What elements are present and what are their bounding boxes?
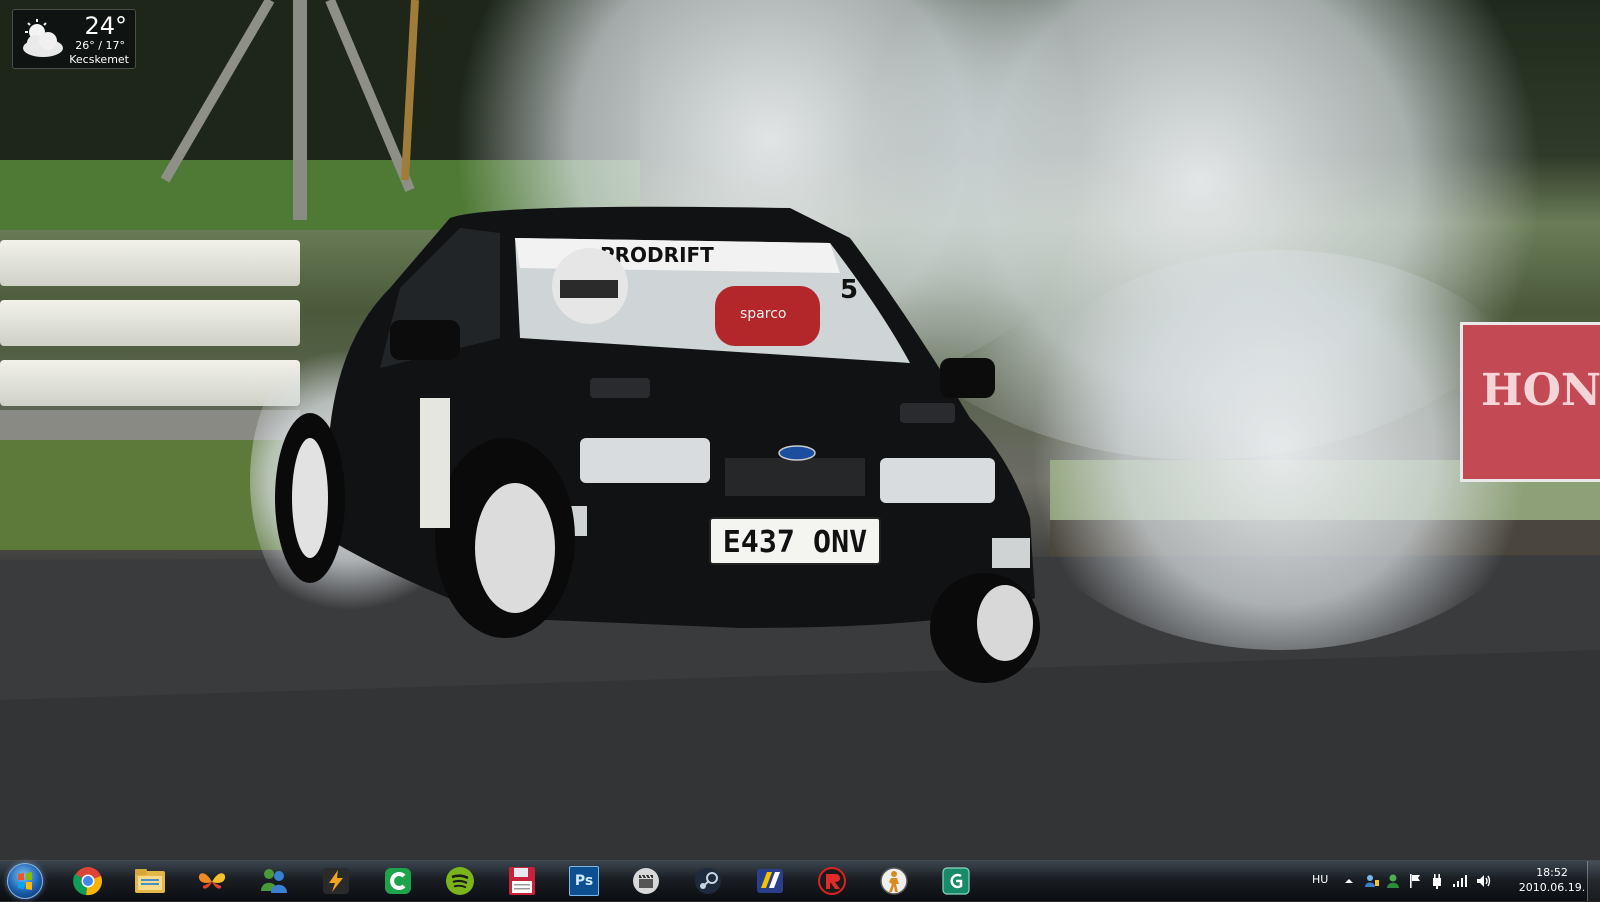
weather-temperature: 24° — [84, 12, 127, 40]
system-clock[interactable]: 18:52 2010.06.19. — [1510, 865, 1594, 895]
drift-car: PRODRIFT 5 sparco E437 ONV — [275, 206, 1040, 683]
file-explorer-icon[interactable] — [122, 863, 178, 899]
counter-strike-icon[interactable] — [866, 863, 922, 899]
signal-strength-icon[interactable] — [1452, 873, 1468, 892]
taskbar: Ps HU 18:52 2010.06.19. — [0, 860, 1600, 901]
network-user-icon[interactable] — [1364, 873, 1380, 893]
clock-time: 18:52 — [1536, 866, 1568, 879]
clapper-icon[interactable] — [618, 863, 674, 899]
photoshop-icon[interactable]: Ps — [556, 863, 612, 899]
clock-date: 2010.06.19. — [1518, 881, 1586, 894]
messenger-status-icon[interactable] — [1386, 873, 1400, 893]
seat-text: sparco — [740, 306, 786, 322]
weather-widget[interactable]: 24° 26° / 17° Kecskemet — [12, 9, 136, 69]
save-disk-icon[interactable] — [494, 863, 550, 899]
language-indicator[interactable]: HU — [1312, 873, 1328, 886]
photoshop-label: Ps — [569, 866, 599, 896]
spiral-app-icon[interactable] — [928, 863, 984, 899]
show-desktop-button[interactable] — [1587, 861, 1600, 901]
sponsor-sign: HON — [1460, 322, 1600, 482]
start-button[interactable] — [5, 863, 45, 899]
chrome-icon[interactable] — [60, 863, 116, 899]
power-plug-icon[interactable] — [1430, 873, 1444, 893]
messenger-butterfly-icon[interactable] — [184, 863, 240, 899]
car-number: 5 — [840, 275, 858, 305]
tire-barrier — [0, 240, 300, 286]
speed-app-icon[interactable] — [742, 863, 798, 899]
steam-icon[interactable] — [680, 863, 736, 899]
partly-cloudy-icon — [23, 19, 63, 57]
tire-barrier — [0, 300, 300, 346]
volume-icon[interactable] — [1476, 873, 1492, 892]
license-plate: E437 ONV — [723, 525, 868, 560]
weather-range: 26° / 17° — [75, 39, 125, 52]
green-c-app-icon[interactable] — [370, 863, 426, 899]
msn-messenger-icon[interactable] — [246, 863, 302, 899]
tire-barrier — [0, 360, 300, 406]
desktop-wallpaper: HON PRODRIFT 5 sparco E437 ONV — [0, 0, 1600, 860]
weather-city: Kecskemet — [69, 53, 129, 66]
winamp-icon[interactable] — [308, 863, 364, 899]
windows-orb-icon — [7, 863, 43, 899]
red-r-app-icon[interactable] — [804, 863, 860, 899]
spotify-icon[interactable] — [432, 863, 488, 899]
action-center-flag-icon[interactable] — [1408, 873, 1422, 893]
show-hidden-icons-arrow-icon[interactable] — [1344, 873, 1354, 892]
